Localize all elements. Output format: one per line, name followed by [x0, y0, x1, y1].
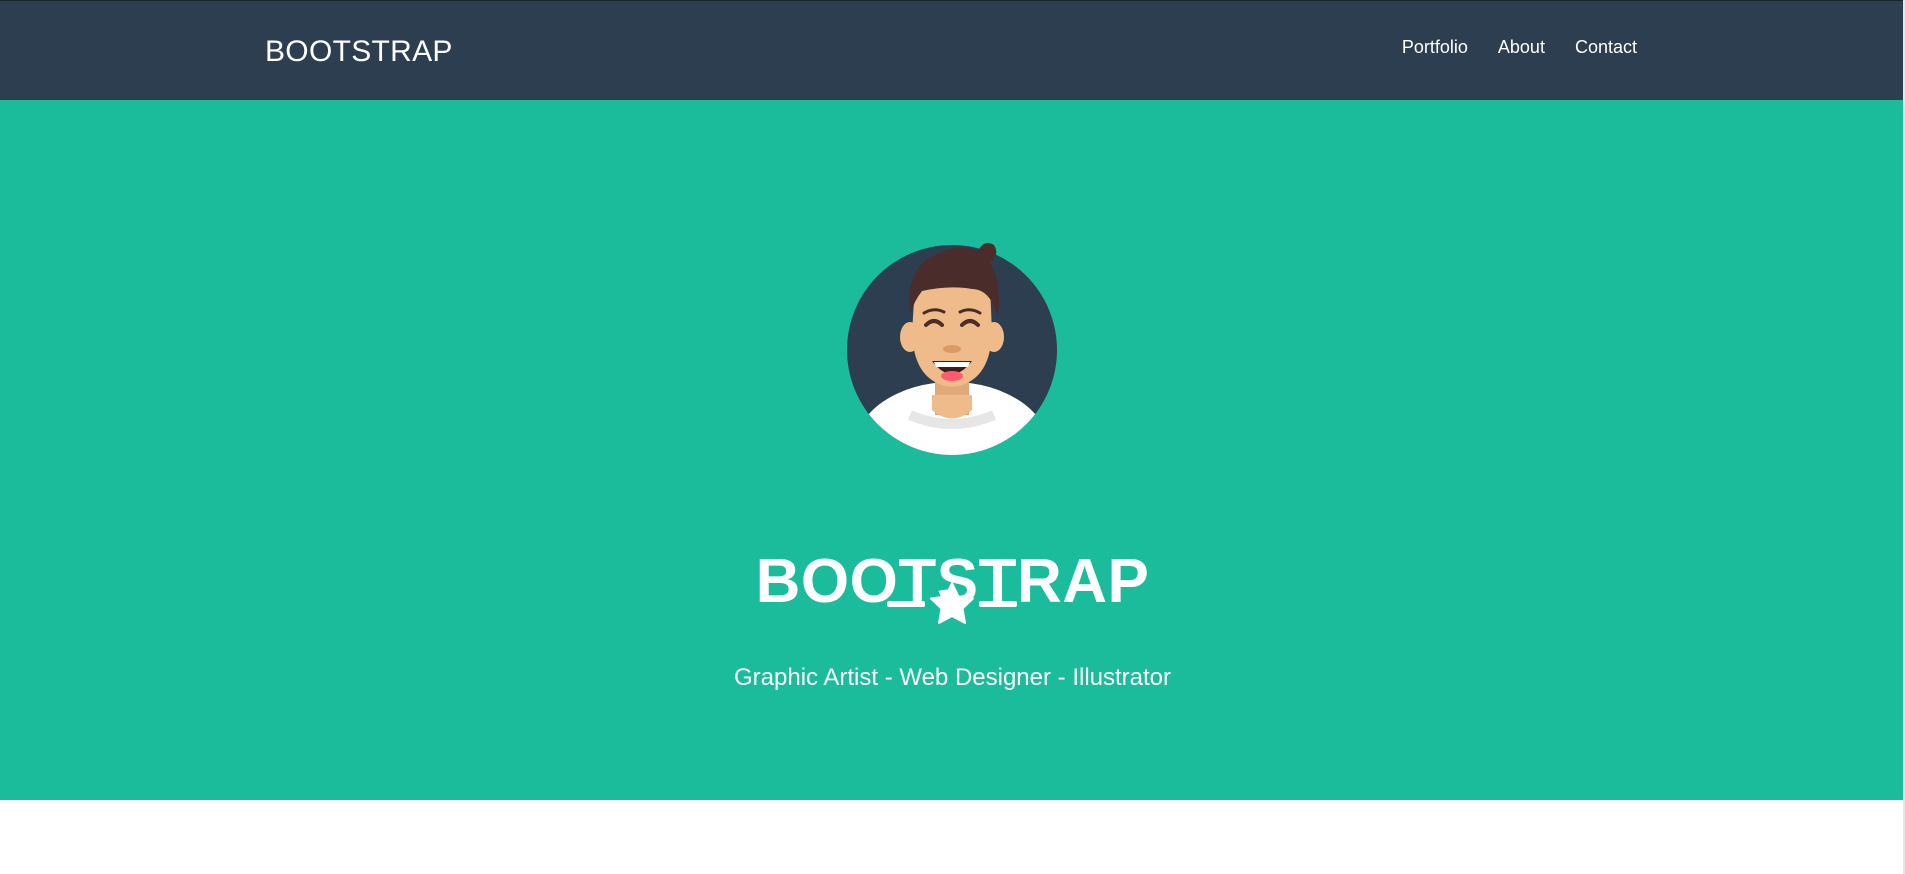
hero-tagline: Graphic Artist - Web Designer - Illustra… — [733, 664, 1172, 691]
hero-section: BOOTSTRAP Graphic Artist - Web Designer … — [0, 100, 1905, 800]
avatar-icon — [847, 243, 1057, 455]
top-navbar: BOOTSTRAP Portfolio About Contact — [0, 0, 1905, 100]
nav-link-portfolio[interactable]: Portfolio — [1402, 36, 1468, 58]
nav-links: Portfolio About Contact — [1402, 36, 1637, 58]
nav-link-contact[interactable]: Contact — [1575, 36, 1637, 58]
star-icon — [930, 582, 974, 624]
star-divider — [887, 582, 1017, 624]
brand-link[interactable]: BOOTSTRAP — [265, 35, 453, 69]
divider-line-left — [887, 601, 925, 607]
nav-link-about[interactable]: About — [1498, 36, 1545, 58]
page: BOOTSTRAP Portfolio About Contact BOOTST… — [0, 0, 1905, 874]
divider-line-right — [979, 601, 1017, 607]
